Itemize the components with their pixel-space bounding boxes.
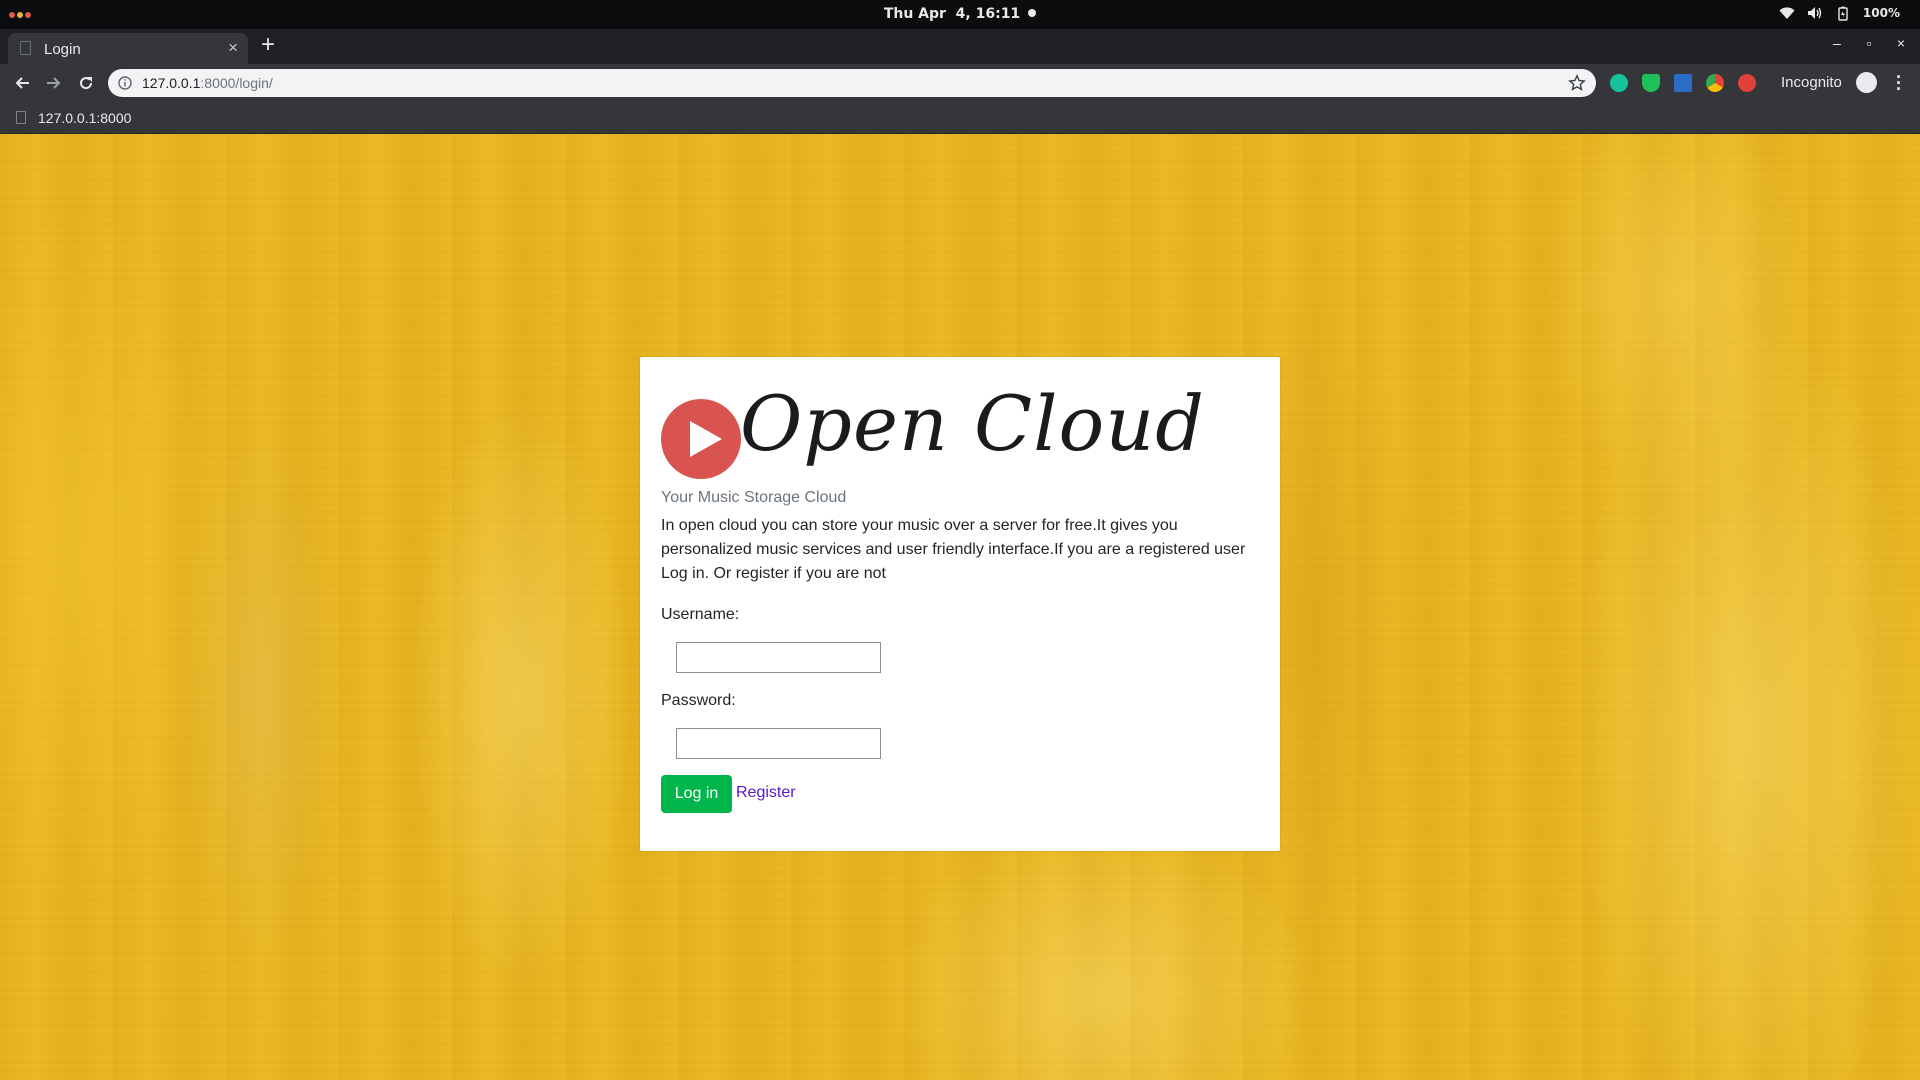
- system-clock[interactable]: Thu Apr 4, 16:11: [0, 6, 1920, 22]
- shield-icon[interactable]: [1642, 74, 1660, 92]
- password-input[interactable]: [676, 728, 881, 759]
- wifi-icon: [1779, 5, 1795, 21]
- clock-text: Thu Apr 4, 16:11: [883, 6, 1021, 22]
- login-button[interactable]: Log in: [661, 775, 732, 813]
- tab-strip: Login ×: [0, 29, 1920, 64]
- browser-toolbar: 127.0.0.1:8000/login/ Incognito · · ·: [0, 64, 1920, 102]
- browser-menu-icon[interactable]: · · ·: [1896, 68, 1902, 98]
- url-host: 127.0.0.1: [142, 75, 201, 91]
- tab-title: Login: [44, 41, 81, 58]
- tab-login[interactable]: Login ×: [8, 33, 248, 64]
- tab-close-icon[interactable]: ×: [228, 38, 238, 58]
- tagline: Your Music Storage Cloud: [661, 489, 847, 506]
- close-window-icon[interactable]: ×: [1894, 35, 1908, 51]
- bookmark-star-icon[interactable]: [1568, 74, 1586, 92]
- username-label: Username:: [661, 606, 740, 623]
- page-favicon-icon: [20, 41, 31, 55]
- description-text: In open cloud you can store your music o…: [661, 517, 1246, 582]
- back-icon[interactable]: [9, 70, 35, 96]
- volume-icon: [1807, 5, 1823, 21]
- login-card: Open Cloud Your Music Storage Cloud In o…: [640, 357, 1280, 851]
- logo-text: Open Cloud: [740, 379, 1205, 468]
- new-tab-button[interactable]: +: [261, 33, 275, 57]
- page-viewport: Open Cloud Your Music Storage Cloud In o…: [0, 134, 1920, 1080]
- forward-icon[interactable]: [41, 70, 67, 96]
- bookmark-favicon-icon: [16, 111, 26, 124]
- address-bar[interactable]: 127.0.0.1:8000/login/: [108, 69, 1596, 97]
- flag-icon[interactable]: [1674, 74, 1692, 92]
- red-extension-icon[interactable]: [1738, 74, 1756, 92]
- maximize-icon[interactable]: ▫: [1862, 35, 1876, 51]
- register-link[interactable]: Register: [736, 784, 796, 802]
- url-path: :8000/login/: [200, 75, 273, 91]
- incognito-label[interactable]: Incognito: [1781, 74, 1842, 91]
- grammarly-icon[interactable]: [1610, 74, 1628, 92]
- bookmark-item[interactable]: 127.0.0.1:8000: [38, 110, 131, 126]
- site-info-icon[interactable]: [118, 76, 132, 90]
- reload-icon[interactable]: [73, 70, 99, 96]
- minimize-icon[interactable]: –: [1830, 35, 1844, 51]
- username-input[interactable]: [676, 642, 881, 673]
- bookmarks-bar: 127.0.0.1:8000: [0, 102, 1920, 134]
- url-text: 127.0.0.1:8000/login/: [142, 75, 273, 91]
- battery-icon: [1835, 5, 1851, 21]
- battery-percent: 100%: [1862, 6, 1900, 20]
- window-controls: – ▫ ×: [1830, 35, 1908, 51]
- os-top-bar: Thu Apr 4, 16:11 100%: [0, 0, 1920, 29]
- notification-dot-icon: [1028, 9, 1037, 17]
- password-label: Password:: [661, 692, 736, 709]
- play-logo-icon: [661, 399, 741, 479]
- incognito-icon[interactable]: [1856, 72, 1877, 93]
- chrome-extension-icon[interactable]: [1706, 74, 1724, 92]
- system-tray[interactable]: 100%: [1779, 5, 1900, 21]
